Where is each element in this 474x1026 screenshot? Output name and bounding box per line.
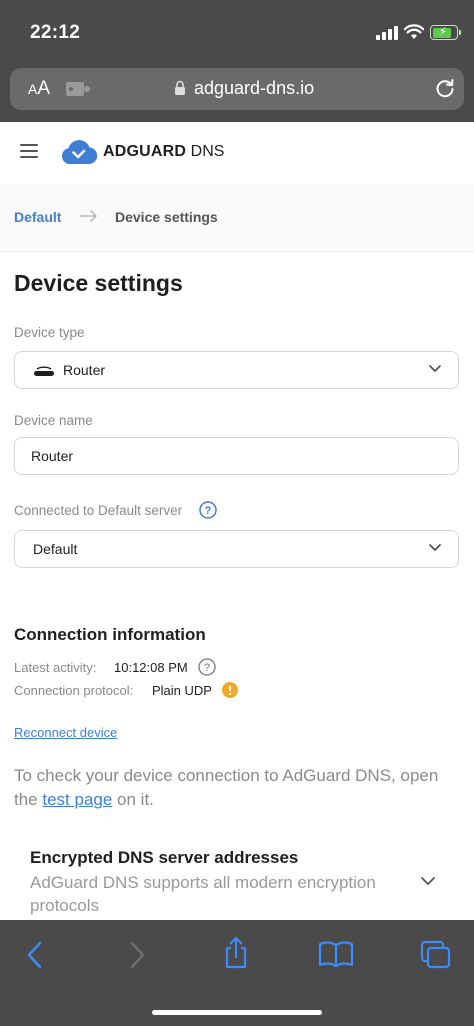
breadcrumb: Default Device settings [0, 184, 474, 252]
encrypted-dns-title[interactable]: Encrypted DNS server addresses [30, 848, 298, 868]
device-name-label: Device name [14, 413, 93, 428]
svg-text:?: ? [205, 505, 212, 517]
server-value: Default [33, 541, 78, 557]
connection-info-title: Connection information [14, 625, 206, 644]
device-name-value: Router [31, 448, 74, 464]
bookmarks-icon[interactable] [318, 940, 354, 968]
router-icon [34, 366, 54, 376]
help-circle-icon[interactable]: ? [198, 658, 216, 676]
arrow-right-icon [80, 210, 97, 222]
adguard-cloud-logo-icon[interactable] [60, 138, 98, 166]
help-circle-icon[interactable]: ? [199, 501, 217, 519]
breadcrumb-current: Device settings [115, 209, 218, 225]
status-bar: 22:12 ⚡ [0, 0, 474, 62]
device-type-label: Device type [14, 325, 85, 340]
chevron-down-icon [429, 544, 441, 551]
battery-charging-icon: ⚡ [430, 25, 461, 40]
browser-top-chrome: 22:12 ⚡ AA adguard-dns.io [0, 0, 474, 122]
extension-puzzle-icon[interactable] [64, 80, 94, 98]
svg-text:?: ? [204, 662, 210, 674]
warning-icon[interactable] [222, 682, 238, 698]
reconnect-device-link[interactable]: Reconnect device [14, 725, 117, 740]
encrypted-dns-description: AdGuard DNS supports all modern encrypti… [30, 873, 376, 915]
cellular-signal-icon [376, 26, 398, 40]
site-header: ADGUARD DNS [0, 122, 474, 184]
device-type-value: Router [63, 362, 106, 378]
hamburger-menu-icon[interactable] [20, 144, 38, 158]
tabs-icon[interactable] [420, 940, 452, 970]
address-bar[interactable]: AA adguard-dns.io [10, 68, 464, 110]
status-time: 22:12 [30, 22, 81, 43]
wifi-icon [404, 24, 424, 39]
home-indicator [152, 1010, 322, 1015]
latest-activity-value: 10:12:08 PM [114, 660, 188, 675]
server-select[interactable]: Default [14, 530, 459, 568]
reload-icon[interactable] [433, 76, 457, 100]
connection-protocol-value: Plain UDP [152, 683, 212, 698]
forward-icon[interactable] [126, 940, 148, 970]
back-icon[interactable] [24, 940, 46, 970]
chevron-down-icon[interactable] [420, 876, 436, 887]
lock-icon [175, 80, 185, 95]
connection-protocol-label: Connection protocol: [14, 683, 134, 698]
check-connection-text: To check your device connection to AdGua… [14, 766, 439, 809]
chevron-down-icon [429, 365, 441, 372]
latest-activity-label: Latest activity: [14, 660, 97, 675]
logo-wordmark[interactable]: ADGUARD DNS [103, 143, 224, 161]
page-title: Device settings [14, 270, 183, 296]
device-name-input[interactable]: Router [14, 437, 459, 475]
share-icon[interactable] [222, 936, 250, 970]
device-type-select[interactable]: Router [14, 351, 459, 389]
url-text[interactable]: adguard-dns.io [194, 78, 314, 99]
test-page-link[interactable]: test page [42, 790, 112, 809]
browser-bottom-toolbar [0, 920, 474, 1026]
breadcrumb-link-default[interactable]: Default [14, 209, 61, 225]
reader-text-size-button[interactable]: AA [28, 78, 50, 100]
server-label: Connected to Default server [14, 503, 183, 518]
